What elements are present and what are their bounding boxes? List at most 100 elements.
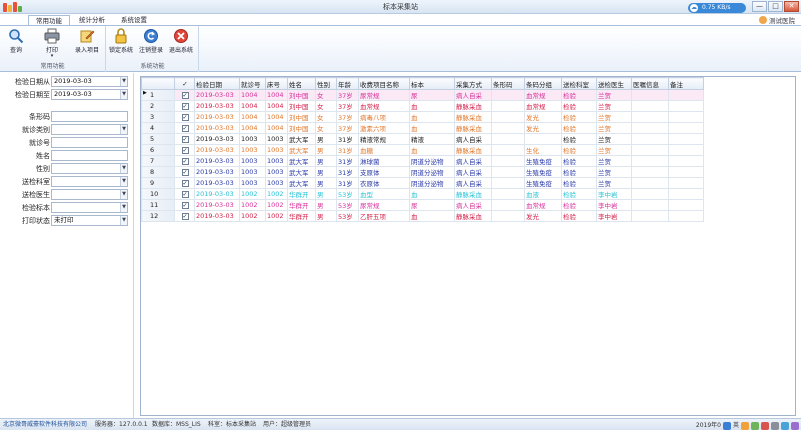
table-cell[interactable]: 兰贺 (596, 144, 632, 156)
table-cell[interactable]: 检验 (561, 199, 597, 211)
tab-statistics[interactable]: 统计分析 (72, 15, 112, 25)
print-button[interactable]: 打印 ▾ (40, 28, 64, 59)
table-cell[interactable]: 兰贺 (596, 166, 632, 178)
table-cell[interactable] (631, 89, 669, 101)
exit-button[interactable]: 退出系统 (169, 28, 193, 54)
row-number[interactable]: 9 (141, 177, 175, 189)
entry-button[interactable]: 录入项目 (75, 28, 99, 54)
doctor-select[interactable]: ▼ (51, 189, 128, 200)
table-cell[interactable] (631, 210, 669, 222)
table-cell[interactable]: 1002 (239, 199, 266, 211)
row-checkbox[interactable]: ✓ (181, 92, 189, 99)
table-cell[interactable] (631, 144, 669, 156)
settings-icon[interactable] (771, 421, 779, 430)
table-cell[interactable]: 血常规 (524, 100, 562, 112)
column-header[interactable]: 收费项目名称 (358, 77, 410, 90)
column-header[interactable]: 床号 (265, 77, 288, 90)
table-cell[interactable]: 刘中国 (287, 122, 316, 134)
close-button[interactable]: ✕ (784, 1, 799, 12)
table-cell[interactable]: 精液 (409, 133, 455, 145)
table-cell[interactable]: 病人自采 (454, 155, 492, 167)
ime-icon[interactable] (722, 421, 731, 430)
table-cell[interactable] (491, 100, 525, 112)
moon-icon[interactable] (741, 421, 749, 430)
table-cell[interactable]: 1003 (265, 144, 288, 156)
table-cell[interactable] (668, 210, 704, 222)
table-cell[interactable]: 检验 (561, 133, 597, 145)
table-cell[interactable]: 华群开 (287, 210, 316, 222)
table-cell[interactable]: 血液 (524, 188, 562, 200)
table-cell[interactable]: 李中岩 (596, 210, 632, 222)
table-cell[interactable]: 兰贺 (596, 133, 632, 145)
table-cell[interactable] (668, 188, 704, 200)
table-cell[interactable]: 病人自采 (454, 177, 492, 189)
table-cell[interactable]: 1004 (239, 111, 266, 123)
table-cell[interactable]: 2019-03-03 (194, 100, 240, 112)
table-cell[interactable]: 1002 (239, 188, 266, 200)
table-row[interactable]: 2 ✓ 2019-03-03 1004 1004 刘中国女 37岁 血常规血静脉采血 血常规 检验… (141, 100, 704, 112)
table-cell[interactable]: 2019-03-03 (194, 188, 240, 200)
table-cell[interactable]: 1002 (265, 199, 288, 211)
table-cell[interactable]: 检验 (561, 122, 597, 134)
table-cell[interactable]: 31岁 (336, 177, 359, 189)
table-cell[interactable]: 兰贺 (596, 100, 632, 112)
column-header[interactable]: 姓名 (287, 77, 316, 90)
table-cell[interactable]: 兰贺 (596, 155, 632, 167)
column-header[interactable]: 医嘱信息 (631, 77, 669, 90)
table-cell[interactable]: 尿 (409, 89, 455, 101)
column-header[interactable]: 送检科室 (561, 77, 597, 90)
table-cell[interactable]: 男 (315, 155, 337, 167)
table-cell[interactable]: 1002 (265, 210, 288, 222)
table-cell[interactable]: 静脉采血 (454, 144, 492, 156)
table-cell[interactable] (668, 155, 704, 167)
row-checkbox[interactable]: ✓ (181, 125, 189, 132)
row-number[interactable]: 10 (141, 188, 175, 200)
chevron-down-icon[interactable]: ▼ (120, 164, 127, 173)
chevron-down-icon[interactable]: ▼ (120, 90, 127, 99)
table-cell[interactable]: 2019-03-03 (194, 199, 240, 211)
table-cell[interactable]: 1004 (239, 122, 266, 134)
table-cell[interactable]: 血 (409, 111, 455, 123)
table-cell[interactable]: 1004 (265, 100, 288, 112)
chevron-down-icon[interactable]: ▼ (120, 216, 127, 225)
table-cell[interactable]: 兰贺 (596, 177, 632, 189)
visit-type-select[interactable]: ▼ (51, 124, 128, 135)
table-cell[interactable]: 男 (315, 210, 337, 222)
chevron-down-icon[interactable]: ▼ (120, 190, 127, 199)
table-cell[interactable] (491, 133, 525, 145)
table-cell[interactable]: 激素六项 (358, 122, 410, 134)
table-cell[interactable]: 血 (409, 144, 455, 156)
table-cell[interactable]: 武大军 (287, 133, 316, 145)
column-header[interactable]: 年龄 (336, 77, 359, 90)
table-cell[interactable]: 静脉采血 (454, 210, 492, 222)
table-cell[interactable] (631, 188, 669, 200)
table-cell[interactable]: 生殖免疫 (524, 166, 562, 178)
table-row[interactable]: 6 ✓ 2019-03-03 1003 1003 武大军男 31岁 血糖血静脉采血 生化 检验 兰贺 (141, 144, 704, 156)
minimize-button[interactable]: — (752, 1, 767, 12)
table-cell[interactable]: 1003 (239, 166, 266, 178)
table-cell[interactable]: 静脉采血 (454, 122, 492, 134)
table-cell[interactable]: 刘中国 (287, 89, 316, 101)
table-cell[interactable]: 阴道分泌物 (409, 177, 455, 189)
table-cell[interactable]: 2019-03-03 (194, 155, 240, 167)
table-cell[interactable]: 支原体 (358, 166, 410, 178)
table-cell[interactable]: 53岁 (336, 199, 359, 211)
table-cell[interactable] (491, 111, 525, 123)
table-cell[interactable]: 检验 (561, 144, 597, 156)
row-checkbox[interactable]: ✓ (181, 147, 189, 154)
table-cell[interactable]: 武大军 (287, 155, 316, 167)
table-cell[interactable] (631, 111, 669, 123)
table-cell[interactable] (491, 166, 525, 178)
table-cell[interactable]: 尿常规 (358, 199, 410, 211)
table-cell[interactable]: 病毒八项 (358, 111, 410, 123)
table-cell[interactable]: 女 (315, 100, 337, 112)
table-cell[interactable]: 男 (315, 188, 337, 200)
table-row[interactable]: 4 ✓ 2019-03-03 1004 1004 刘中国女 37岁 激素六项血静脉采血 发光 检验… (141, 122, 704, 134)
table-cell[interactable]: 华群开 (287, 199, 316, 211)
gender-select[interactable]: ▼ (51, 163, 128, 174)
table-cell[interactable]: 李中岩 (596, 188, 632, 200)
table-row[interactable]: 9 ✓ 2019-03-03 1003 1003 武大军男 31岁 衣原体 阴道分泌物 病人自采生… (141, 177, 704, 189)
name-input[interactable] (51, 150, 128, 161)
table-cell[interactable] (491, 144, 525, 156)
chevron-down-icon[interactable]: ▼ (120, 77, 127, 86)
